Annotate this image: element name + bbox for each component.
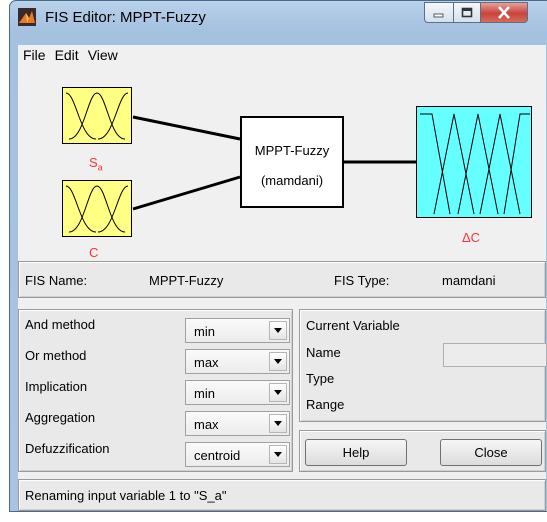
fis-info-panel: FIS Name: MPPT-Fuzzy FIS Type: mamdani (18, 261, 546, 298)
variable-name-field[interactable] (443, 343, 547, 367)
chevron-down-icon (269, 321, 287, 340)
output-dc-box[interactable] (416, 106, 532, 218)
help-button[interactable]: Help (305, 439, 407, 466)
chevron-down-icon (269, 352, 287, 371)
title-bar[interactable]: FIS Editor: MPPT-Fuzzy (10, 1, 547, 45)
chevron-down-icon (269, 414, 287, 433)
editor-client-area: Sa C... MPPT-Fuzzy (mamdani) (18, 67, 547, 511)
type-label: Type (306, 371, 335, 386)
fis-type-label: FIS Type: (334, 273, 390, 288)
minimize-icon (433, 13, 444, 17)
close-button[interactable]: Close (440, 439, 542, 466)
minimize-button[interactable] (424, 2, 454, 23)
input-label-c: C... (89, 245, 106, 257)
defuzzification-value: centroid (194, 448, 241, 463)
and-method-value: min (194, 324, 215, 339)
input-c-box[interactable] (62, 180, 132, 237)
and-method-select[interactable]: min (185, 318, 290, 343)
aggregation-select[interactable]: max (185, 411, 290, 436)
fis-type-value: mamdani (442, 273, 496, 288)
chevron-down-icon (269, 445, 287, 464)
input-label-sa: Sa (89, 155, 103, 173)
close-window-button[interactable] (480, 2, 528, 23)
fis-name-value: MPPT-Fuzzy (149, 273, 224, 288)
name-label: Name (306, 345, 341, 360)
system-name: MPPT-Fuzzy (254, 143, 330, 158)
menu-view[interactable]: View (83, 45, 122, 63)
input-sa-box[interactable] (62, 87, 132, 144)
output-label-dc: ΔC (462, 230, 481, 245)
menu-edit[interactable]: Edit (50, 45, 83, 63)
menu-bar: File Edit View (18, 45, 546, 67)
range-label: Range (306, 397, 345, 412)
chevron-down-icon (269, 383, 287, 402)
defuzzification-label: Defuzzification (25, 441, 110, 456)
methods-panel: And method min Or method max Implication… (18, 309, 293, 472)
aggregation-value: max (194, 417, 219, 432)
or-method-value: max (194, 355, 219, 370)
implication-label: Implication (25, 379, 88, 394)
defuzzification-select[interactable]: centroid (185, 442, 290, 467)
implication-select[interactable]: min (185, 380, 290, 405)
maximize-button[interactable] (453, 2, 481, 23)
status-panel: Renaming input variable 1 to "S_a" (18, 479, 546, 511)
maximize-icon (461, 7, 473, 18)
system-type: (mamdani) (260, 173, 324, 188)
and-method-label: And method (25, 317, 96, 332)
matlab-icon (18, 8, 36, 26)
current-variable-title: Current Variable (306, 318, 400, 333)
fis-system-box[interactable]: MPPT-Fuzzy (mamdani) (240, 116, 344, 208)
menu-file[interactable]: File (18, 45, 50, 63)
gaussian-mf-icon (66, 185, 128, 233)
or-method-label: Or method (25, 348, 87, 363)
gaussian-mf-icon (66, 92, 128, 140)
implication-value: min (194, 386, 215, 401)
status-text: Renaming input variable 1 to "S_a" (25, 488, 227, 503)
or-method-select[interactable]: max (185, 349, 290, 374)
fis-name-label: FIS Name: (25, 273, 88, 288)
aggregation-label: Aggregation (25, 410, 96, 425)
fis-editor-window: FIS Editor: MPPT-Fuzzy File Edit View Sa… (9, 0, 547, 512)
window-title: FIS Editor: MPPT-Fuzzy (45, 9, 206, 26)
triangular-mf-icon (420, 113, 530, 215)
close-icon (498, 6, 510, 19)
